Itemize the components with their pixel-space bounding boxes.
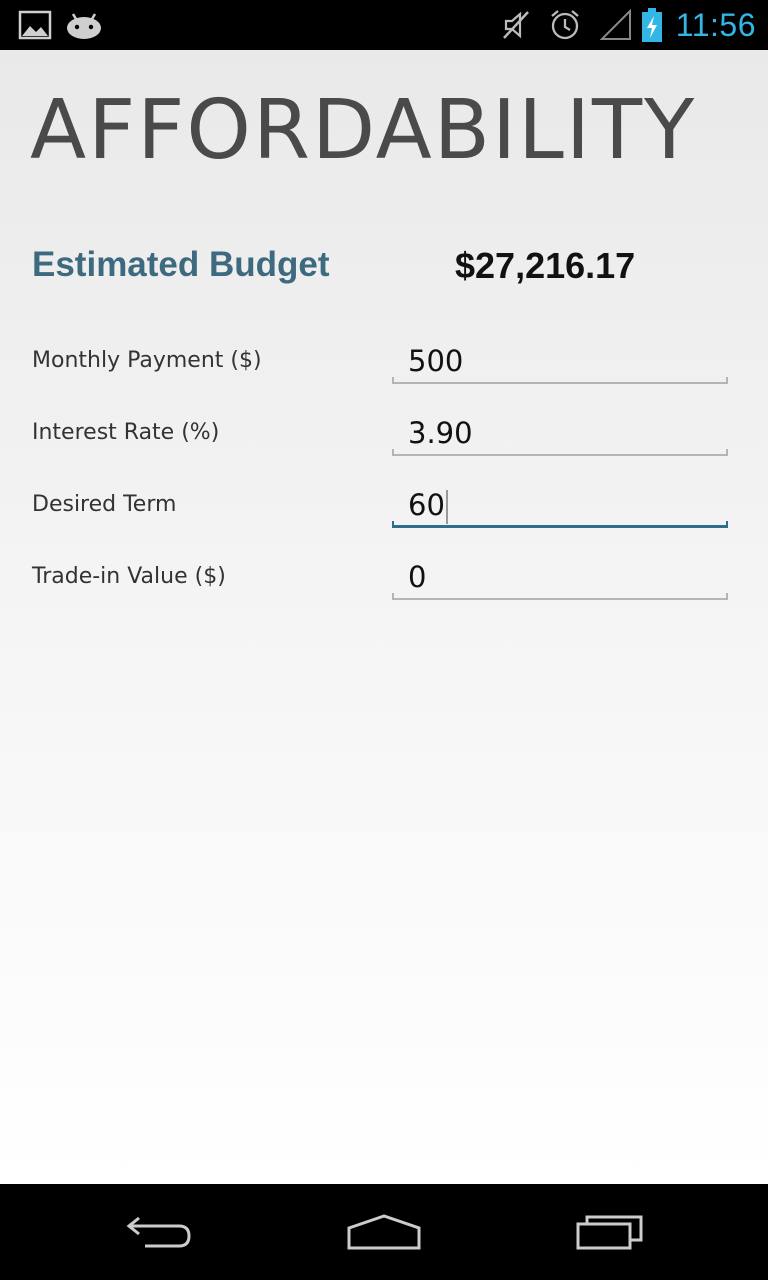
desired-term-label: Desired Term xyxy=(32,492,177,517)
interest-rate-label: Interest Rate (%) xyxy=(32,420,220,445)
field-underline-focused xyxy=(392,521,728,528)
trade-in-value-value[interactable]: 0 xyxy=(408,554,426,600)
gallery-icon xyxy=(18,0,52,50)
monthly-payment-value[interactable]: 500 xyxy=(408,338,463,384)
monthly-payment-field[interactable]: 500 xyxy=(392,338,728,384)
home-icon xyxy=(347,1214,421,1250)
back-icon xyxy=(126,1216,191,1248)
mute-icon xyxy=(500,0,534,50)
text-cursor xyxy=(445,490,448,524)
signal-icon xyxy=(600,0,632,50)
android-icon xyxy=(64,0,104,50)
alarm-icon xyxy=(548,0,582,50)
page-title: AFFORDABILITY xyxy=(30,83,697,178)
estimated-budget-label: Estimated Budget xyxy=(32,245,330,284)
field-underline xyxy=(392,593,728,600)
battery-charging-icon xyxy=(640,0,664,50)
back-button[interactable] xyxy=(90,1184,230,1280)
monthly-payment-label: Monthly Payment ($) xyxy=(32,348,262,373)
field-underline xyxy=(392,377,728,384)
recent-apps-icon xyxy=(576,1215,643,1250)
recent-apps-button[interactable] xyxy=(540,1184,680,1280)
status-bar: 11:56 xyxy=(0,0,768,50)
interest-rate-field[interactable]: 3.90 xyxy=(392,410,728,456)
desired-term-input-wrap[interactable]: 60 xyxy=(408,482,448,528)
affordability-screen: AFFORDABILITY Estimated Budget $27,216.1… xyxy=(0,50,768,1184)
field-underline xyxy=(392,449,728,456)
clock-time: 11:56 xyxy=(675,7,756,43)
desired-term-value[interactable]: 60 xyxy=(408,488,445,522)
navigation-bar xyxy=(0,1184,768,1280)
trade-in-value-field[interactable]: 0 xyxy=(392,554,728,600)
desired-term-field[interactable]: 60 xyxy=(392,482,728,528)
interest-rate-value[interactable]: 3.90 xyxy=(408,410,473,456)
estimated-budget-value: $27,216.17 xyxy=(455,245,636,286)
home-button[interactable] xyxy=(314,1184,454,1280)
trade-in-value-label: Trade-in Value ($) xyxy=(32,564,226,589)
